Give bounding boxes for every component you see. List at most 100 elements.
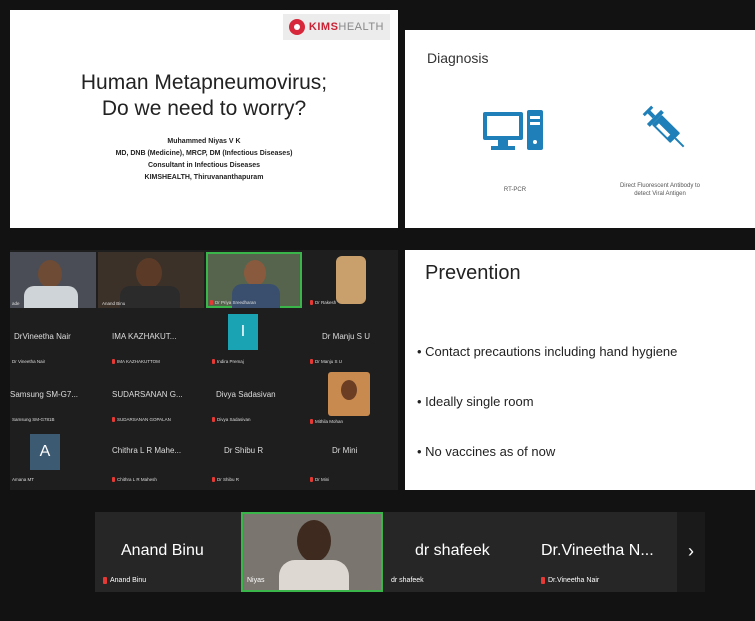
strip-participant-tile-active-speaker[interactable]: Niyas bbox=[241, 512, 383, 592]
mic-muted-icon bbox=[541, 577, 545, 584]
participant-name-text: Dr Manju S U bbox=[315, 359, 343, 364]
participant-tile[interactable]: Anand Binu bbox=[98, 252, 204, 308]
participant-name-label: Chithra L R Mahesh bbox=[112, 477, 157, 482]
participant-tile[interactable]: DrVineetha Nair Dr Vineetha Nair bbox=[10, 310, 106, 368]
participant-tile[interactable]: Dr Manju S U Dr Manju S U bbox=[306, 310, 396, 368]
bullet-point: • No vaccines as of now bbox=[417, 444, 556, 459]
participant-tile[interactable]: SUDARSANAN G... SUDARSANAN GOPALAN bbox=[108, 370, 206, 428]
logo-bold-text: KIMS bbox=[308, 21, 339, 33]
avatar: I bbox=[228, 314, 258, 350]
participant-name-text: Mithila Mohan bbox=[315, 419, 344, 424]
participant-display-name: Dr Manju S U bbox=[322, 332, 371, 341]
participant-name-label: Mithila Mohan bbox=[310, 419, 343, 424]
participant-name-text: Anand Binu bbox=[110, 577, 147, 584]
mic-muted-icon bbox=[112, 477, 115, 482]
participant-name-label: Indira Premaj bbox=[212, 359, 244, 364]
mic-muted-icon bbox=[112, 359, 115, 364]
presenter-details: Muhammed Niyas V K MD, DNB (Medicine), M… bbox=[10, 136, 398, 184]
presenter-institution: KIMSHEALTH, Thiruvananthapuram bbox=[144, 174, 264, 181]
participant-tile[interactable]: Dr Mini Dr Mini bbox=[306, 430, 396, 488]
participant-tile[interactable]: IMA KAZHAKUT... IMA KAZHAKUTTOM bbox=[108, 310, 206, 368]
participant-tile[interactable]: ade bbox=[10, 252, 96, 308]
participant-video-face bbox=[136, 258, 162, 288]
participant-video-face bbox=[38, 260, 62, 288]
chevron-right-icon: › bbox=[688, 541, 694, 561]
shared-slide-diagnosis: Diagnosis RT-PCR Direct Fluorescent Anti… bbox=[405, 10, 755, 228]
strip-participant-tile[interactable]: Anand Binu Anand Binu bbox=[95, 512, 237, 592]
mic-muted-icon bbox=[212, 417, 215, 422]
participant-display-name: SUDARSANAN G... bbox=[112, 390, 183, 399]
dfa-label: Direct Fluorescent Antibody to detect Vi… bbox=[600, 182, 720, 198]
mic-muted-icon bbox=[310, 477, 313, 482]
participant-name-label: Dr Shibu R bbox=[212, 477, 239, 482]
speaker-strip: Anand Binu Anand Binu Niyas dr shafeek d… bbox=[95, 512, 705, 592]
presenter-role: Consultant in Infectious Diseases bbox=[147, 162, 261, 169]
participant-display-name: IMA KAZHAKUT... bbox=[112, 332, 177, 341]
mic-muted-icon bbox=[103, 577, 107, 584]
participant-name-text: SUDARSANAN GOPALAN bbox=[117, 417, 171, 422]
strip-participant-tile[interactable]: Dr.Vineetha N... Dr.Vineetha Nair bbox=[533, 512, 675, 592]
presenter-name: Muhammed Niyas V K bbox=[167, 138, 241, 145]
participant-name-label: Dr Rakesh bbox=[310, 300, 336, 305]
participant-tile[interactable]: Dr Shibu R Dr Shibu R bbox=[208, 430, 304, 488]
participant-name-label: IMA KAZHAKUTTOM bbox=[112, 359, 160, 364]
mic-muted-icon bbox=[310, 419, 313, 424]
shared-slide-prevention: Prevention • Contact precautions includi… bbox=[405, 250, 755, 490]
participant-name-label: Amana MT bbox=[12, 477, 35, 482]
participant-display-name: Anand Binu bbox=[121, 542, 204, 559]
participant-name-label: Anand Binu bbox=[103, 577, 146, 584]
participant-tile[interactable]: I Indira Premaj bbox=[208, 310, 304, 368]
participant-tile-active-speaker[interactable]: Dr Priya Sreedharan bbox=[206, 252, 302, 308]
participant-video-face bbox=[341, 380, 357, 400]
participant-name-text: IMA KAZHAKUTTOM bbox=[117, 359, 160, 364]
participant-tile[interactable]: Chithra L R Mahe... Chithra L R Mahesh bbox=[108, 430, 206, 488]
next-page-button[interactable]: › bbox=[677, 512, 705, 592]
participant-name-text: Dr Shibu R bbox=[217, 477, 240, 482]
title-line-2: Do we need to worry? bbox=[101, 97, 307, 120]
participant-name-text: Indira Premaj bbox=[217, 359, 244, 364]
rt-pcr-label: RT-PCR bbox=[503, 187, 527, 193]
participant-name-text: Divya Sadasivan bbox=[217, 417, 251, 422]
slide-heading: Diagnosis bbox=[427, 50, 489, 66]
participant-display-name: Chithra L R Mahe... bbox=[112, 446, 182, 455]
participant-video-thumbnail bbox=[336, 256, 366, 304]
participant-name-text: Chithra L R Mahesh bbox=[117, 477, 157, 482]
participant-name-label: Dr Priya Sreedharan bbox=[210, 300, 256, 305]
mic-muted-icon bbox=[310, 300, 313, 305]
participant-name-text: Dr Priya Sreedharan bbox=[215, 300, 257, 305]
presenter-qualifications: MD, DNB (Medicine), MRCP, DM (Infectious… bbox=[115, 150, 293, 157]
participant-name-label: Dr Vineetha Nair bbox=[12, 359, 46, 364]
participant-display-name: DrVineetha Nair bbox=[14, 332, 71, 341]
mic-muted-icon bbox=[212, 477, 215, 482]
participant-display-name: dr shafeek bbox=[415, 542, 490, 559]
strip-participant-tile[interactable]: dr shafeek dr shafeek bbox=[387, 512, 529, 592]
participant-tile[interactable]: Dr Rakesh bbox=[306, 252, 396, 308]
participant-name-label: Samsung SM-G781B bbox=[12, 417, 55, 422]
participant-tile[interactable]: Mithila Mohan bbox=[306, 370, 396, 428]
kims-logo-icon bbox=[288, 19, 305, 35]
bullet-point: • Ideally single room bbox=[417, 394, 534, 409]
participant-tile[interactable]: Samsung SM-G7... Samsung SM-G781B bbox=[10, 370, 106, 428]
avatar: A bbox=[30, 434, 60, 470]
participant-name-label: dr shafeek bbox=[391, 577, 424, 584]
mic-muted-icon bbox=[210, 300, 213, 305]
logo-light-text: HEALTH bbox=[338, 21, 384, 33]
participant-display-name: Dr Shibu R bbox=[224, 446, 264, 455]
participant-name-label: Anand Binu bbox=[102, 301, 126, 306]
kimshealth-logo: KIMSHEALTH bbox=[282, 14, 390, 40]
participant-video-face bbox=[244, 260, 266, 286]
participant-display-name: Dr.Vineetha N... bbox=[541, 542, 654, 559]
computer-icon bbox=[483, 110, 543, 150]
participant-name-text: Dr.Vineetha Nair bbox=[548, 577, 600, 584]
dfa-label-line-1: Direct Fluorescent Antibody to bbox=[619, 183, 701, 189]
shared-slide-title: KIMSHEALTH Human Metapneumovirus; Do we … bbox=[10, 10, 398, 228]
bullet-point: • Contact precautions including hand hyg… bbox=[417, 344, 678, 359]
participant-name-text: Dr Rakesh bbox=[315, 300, 337, 305]
mic-muted-icon bbox=[112, 417, 115, 422]
participant-tile[interactable]: A Amana MT bbox=[10, 430, 106, 488]
participant-tile[interactable]: Divya Sadasivan Divya Sadasivan bbox=[208, 370, 304, 428]
participant-name-label: Dr Mini bbox=[310, 477, 329, 482]
mic-muted-icon bbox=[310, 359, 313, 364]
slide-heading: Prevention bbox=[425, 262, 521, 284]
participant-video-thumbnail bbox=[328, 372, 370, 416]
